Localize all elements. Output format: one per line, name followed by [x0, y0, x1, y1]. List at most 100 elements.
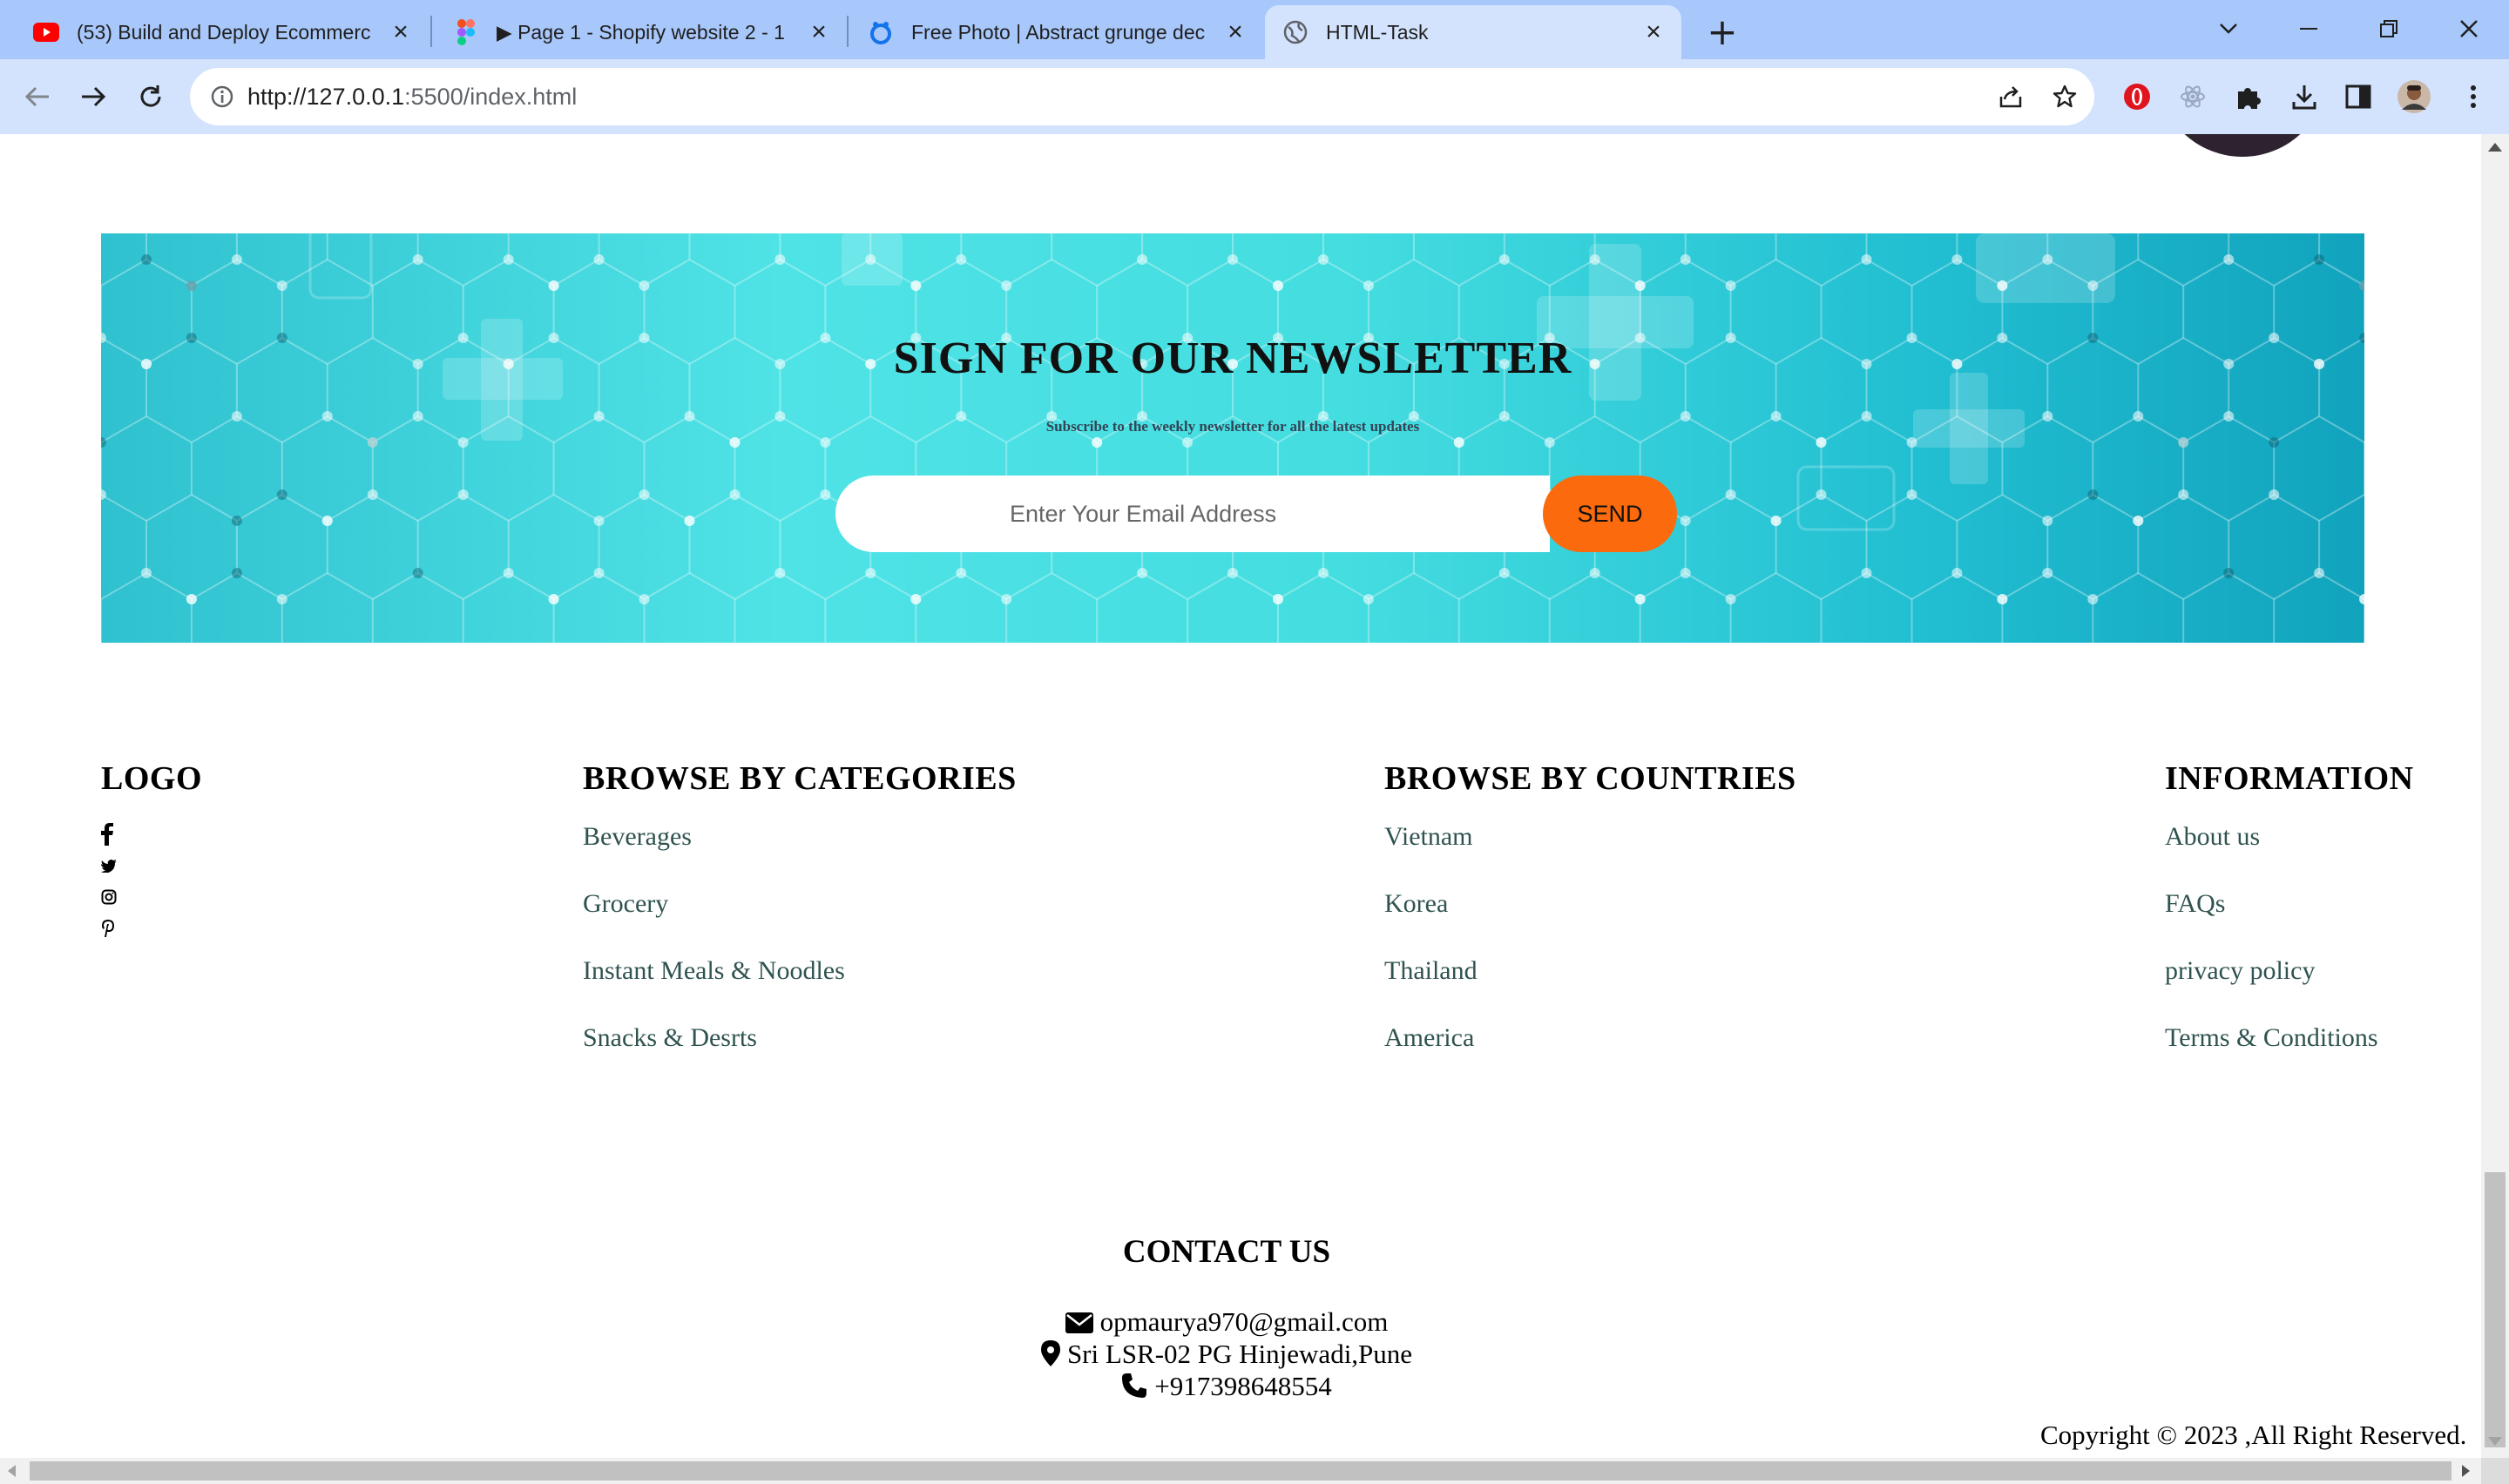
tab-search-icon[interactable]	[2202, 7, 2255, 51]
vertical-scrollbar[interactable]	[2481, 134, 2509, 1458]
pattern-hexagon	[145, 233, 238, 287]
pattern-node	[820, 489, 831, 500]
email-input[interactable]	[835, 476, 1498, 552]
pattern-node	[1092, 437, 1103, 448]
side-panel-icon[interactable]	[2337, 75, 2380, 118]
pattern-node	[1770, 516, 1782, 526]
tab-youtube[interactable]: (53) Build and Deploy Ecommerc ×	[0, 5, 429, 59]
close-tab-icon[interactable]: ×	[387, 17, 415, 46]
forward-arrow-icon[interactable]	[71, 75, 115, 118]
information-link[interactable]: Terms & Conditions	[2165, 1022, 2414, 1089]
contact-email[interactable]: opmaurya970@gmail.com	[1100, 1306, 1389, 1337]
profile-avatar[interactable]	[2392, 75, 2436, 118]
pattern-node	[1273, 594, 1283, 604]
tab-html-task[interactable]: HTML-Task ×	[1265, 5, 1681, 59]
pattern-node	[1137, 254, 1148, 265]
country-link[interactable]: Thailand	[1384, 954, 1796, 1022]
pattern-node	[276, 489, 287, 500]
pattern-node	[2314, 568, 2325, 578]
send-button[interactable]: SEND	[1543, 476, 1677, 552]
category-link[interactable]: Snacks & Desrts	[583, 1022, 1017, 1089]
close-window-icon[interactable]	[2443, 7, 2495, 51]
information-link[interactable]: privacy policy	[2165, 954, 2414, 1022]
category-link[interactable]: Instant Meals & Noodles	[583, 954, 1017, 1022]
pattern-hexagon	[552, 571, 646, 643]
pattern-node	[1861, 254, 1872, 265]
tab-figma[interactable]: ▶ Page 1 - Shopify website 2 - 1 ×	[432, 5, 847, 59]
pattern-node	[548, 280, 559, 291]
pattern-node	[1001, 280, 1012, 291]
close-tab-icon[interactable]: ×	[1221, 17, 1249, 46]
pattern-hexagon	[101, 493, 147, 601]
reload-icon[interactable]	[129, 75, 172, 118]
browser-toolbar: http://127.0.0.1:5500/index.html	[0, 59, 2509, 193]
pattern-hexagon	[734, 571, 827, 643]
instagram-icon[interactable]	[101, 887, 122, 907]
pattern-node	[774, 568, 786, 578]
pattern-node	[910, 594, 922, 604]
pattern-node	[412, 568, 423, 578]
pattern-hexagon	[462, 571, 555, 643]
pattern-node	[141, 568, 152, 578]
pattern-node	[729, 489, 741, 500]
pattern-node	[503, 254, 514, 265]
horizontal-scroll-thumb[interactable]	[30, 1461, 2452, 1481]
category-link[interactable]: Beverages	[583, 820, 1017, 887]
back-arrow-icon[interactable]	[16, 75, 59, 118]
twitter-icon[interactable]	[101, 855, 122, 876]
pattern-node	[956, 254, 967, 265]
extensions-puzzle-icon[interactable]	[2227, 75, 2270, 118]
scroll-left-icon[interactable]	[8, 1465, 16, 1477]
facebook-icon[interactable]	[101, 823, 122, 846]
country-link[interactable]: Vietnam	[1384, 820, 1796, 887]
pattern-hexagon	[824, 571, 917, 643]
pinterest-icon[interactable]	[101, 918, 122, 939]
pattern-node	[639, 489, 650, 500]
new-tab-button[interactable]: +	[1701, 10, 1743, 53]
pattern-hexagon	[507, 233, 600, 287]
information-link[interactable]: FAQs	[2165, 887, 2414, 954]
pattern-node	[1137, 568, 1148, 578]
minimize-icon[interactable]	[2282, 7, 2335, 51]
scroll-up-icon[interactable]	[2488, 143, 2502, 152]
share-icon[interactable]	[1993, 79, 2028, 114]
bookmark-star-icon[interactable]	[2047, 79, 2082, 114]
pattern-node	[820, 437, 831, 448]
pattern-node	[1680, 516, 1691, 526]
menu-kebab-icon[interactable]	[2452, 75, 2495, 118]
pattern-node	[276, 594, 287, 604]
country-link[interactable]: Korea	[1384, 887, 1796, 954]
countries-list: Vietnam Korea Thailand America	[1384, 820, 1796, 1089]
download-icon[interactable]	[2282, 75, 2326, 118]
scroll-right-icon[interactable]	[2462, 1465, 2470, 1477]
vertical-scroll-thumb[interactable]	[2485, 1172, 2506, 1447]
restore-icon[interactable]	[2363, 7, 2415, 51]
pattern-node	[231, 254, 242, 265]
close-tab-icon[interactable]: ×	[1640, 17, 1667, 46]
scroll-down-icon[interactable]	[2488, 1437, 2502, 1446]
horizontal-scrollbar[interactable]	[0, 1458, 2481, 1484]
newsletter-banner: SIGN FOR OUR NEWSLETTER Subscribe to the…	[101, 233, 2364, 643]
footer-categories-column: BROWSE BY CATEGORIES Beverages Grocery I…	[583, 759, 1017, 1089]
pattern-hexagon	[915, 571, 1008, 643]
social-links	[101, 823, 202, 939]
react-devtools-icon[interactable]	[2171, 75, 2215, 118]
tab-freepik[interactable]: Free Photo | Abstract grunge dec ×	[849, 5, 1263, 59]
contact-phone[interactable]: +917398648554	[1154, 1371, 1331, 1401]
pattern-hexagon	[1684, 233, 1777, 287]
contact-heading: CONTACT US	[1122, 1234, 1331, 1270]
address-bar[interactable]: http://127.0.0.1:5500/index.html	[190, 68, 2094, 125]
country-link[interactable]: America	[1384, 1022, 1796, 1089]
pattern-node	[593, 568, 605, 578]
opera-extension-icon[interactable]	[2115, 75, 2159, 118]
pattern-node	[1589, 568, 1600, 578]
pattern-hexagon	[507, 493, 600, 601]
pattern-node	[2223, 254, 2235, 265]
close-tab-icon[interactable]: ×	[805, 17, 833, 46]
site-info-icon[interactable]	[206, 80, 239, 113]
category-link[interactable]: Grocery	[583, 887, 1017, 954]
information-link[interactable]: About us	[2165, 820, 2414, 887]
pattern-node	[1680, 568, 1691, 578]
pattern-node	[639, 594, 650, 604]
pattern-node	[367, 437, 378, 448]
